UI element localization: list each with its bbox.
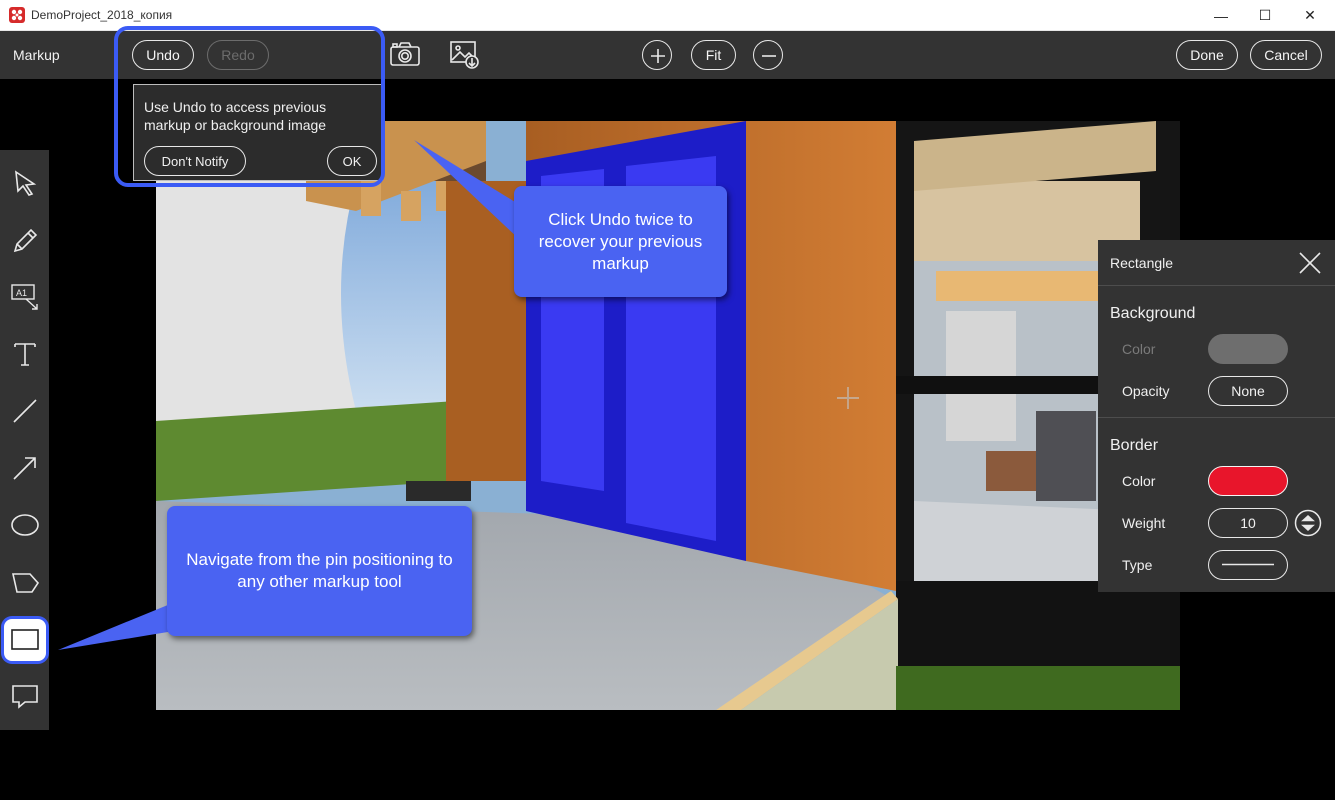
panel-title: Rectangle [1110,255,1174,271]
background-heading: Background [1110,305,1196,322]
markup-window: DemoProject_2018_копия — ☐ ✕ Markup Undo… [0,0,1335,800]
background-color-swatch[interactable] [1208,334,1288,364]
opacity-select[interactable]: None [1208,376,1288,406]
weight-label: Weight [1122,515,1166,531]
undo-callout: Click Undo twice to recover your previou… [514,186,727,297]
panel-divider [1098,417,1335,418]
line-type-select[interactable] [1208,550,1288,580]
tool-callout: Navigate from the pin positioning to any… [167,506,472,636]
crosshair-cursor-icon [837,387,859,409]
rectangle-properties-panel: Rectangle Background Color Opacity None … [1098,240,1335,592]
border-color-swatch[interactable] [1208,466,1288,496]
panel-header: Rectangle [1098,240,1335,286]
opacity-label: Opacity [1122,383,1170,399]
weight-stepper-icon[interactable] [1294,509,1322,537]
weight-input[interactable]: 10 [1208,508,1288,538]
border-heading: Border [1110,437,1159,454]
type-label: Type [1122,557,1153,573]
background-color-label: Color [1122,341,1156,357]
border-color-label: Color [1122,473,1156,489]
solid-line-icon [1222,563,1274,566]
close-icon[interactable] [1296,249,1324,277]
